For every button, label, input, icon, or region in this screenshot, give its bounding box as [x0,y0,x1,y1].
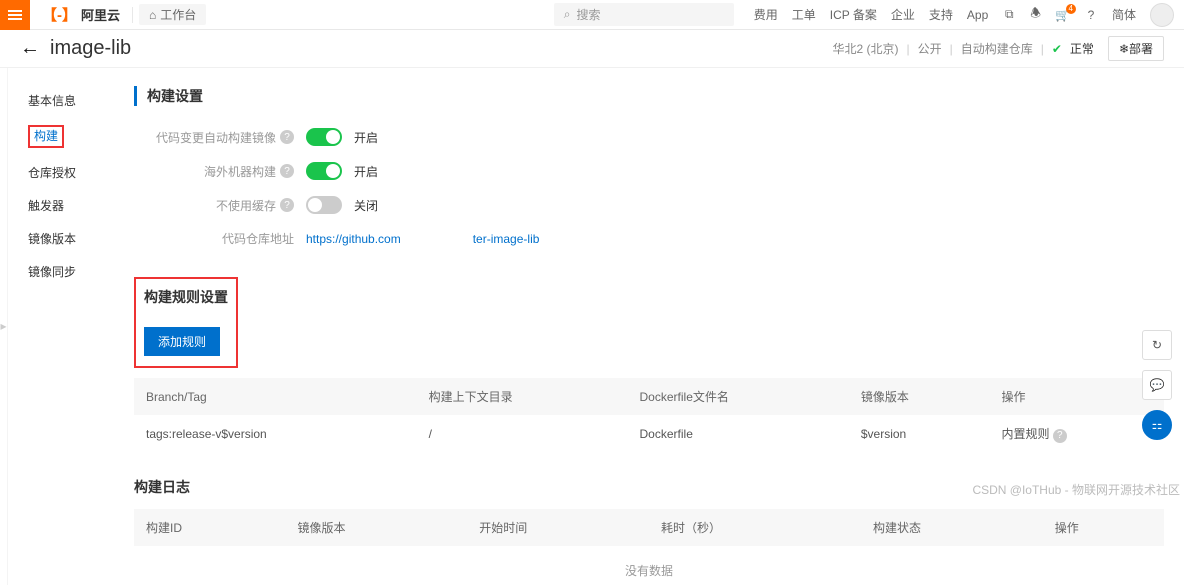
logs-table: 构建ID 镜像版本 开始时间 耗时（秒） 构建状态 操作 [134,509,1164,546]
search-input[interactable]: ⌕ 搜索 [554,3,734,26]
cell-branch: tags:release-v$version [134,415,417,453]
language-switch[interactable]: 简体 [1112,6,1136,23]
deploy-button[interactable]: ❄部署 [1108,36,1164,61]
top-bar: 【-】 阿里云 ⌂ 工作台 ⌕ 搜索 费用 工单 ICP 备案 企业 支持 Ap… [0,0,1184,30]
add-rule-button[interactable]: 添加规则 [144,327,220,356]
toggle-nocache[interactable] [306,196,342,214]
avatar[interactable] [1150,3,1174,27]
brand[interactable]: 【-】 阿里云 [30,4,132,25]
apps-button[interactable]: ⚏ [1142,410,1172,440]
col-imgver: 镜像版本 [285,509,467,546]
col-action: 操作 [989,378,1164,415]
help-icon[interactable]: ? [1084,8,1098,22]
table-row: tags:release-v$version / Dockerfile $ver… [134,415,1164,453]
sidenav-item-sync[interactable]: 镜像同步 [28,255,118,288]
top-links: 费用 工单 ICP 备案 企业 支持 App ⧉ 🕭 🛒4 ? 简体 [754,3,1184,27]
col-status: 构建状态 [861,509,1043,546]
help-icon[interactable]: ? [280,164,294,178]
repo-type-label: 自动构建仓库 [961,40,1033,57]
cell-version: $version [849,415,990,453]
drawer-handle[interactable]: ▸ [0,68,8,585]
cell-action: 内置规则 ? [989,415,1164,453]
menu-button[interactable] [0,0,30,30]
notifications-icon[interactable]: 🕭 [1030,4,1041,25]
watermark: CSDN @IoTHub - 物联网开源技术社区 [972,481,1180,498]
search-placeholder: 搜索 [576,6,600,23]
col-buildid: 构建ID [134,509,285,546]
status-label: 正常 [1070,40,1094,57]
help-icon[interactable]: ? [280,130,294,144]
page-header: ← image-lib 华北2 (北京) | 公开 | 自动构建仓库 | ✔ 正… [0,30,1184,68]
repo-suffix[interactable]: ter-image-lib [473,232,540,246]
chat-button[interactable]: 💬 [1142,370,1172,400]
col-version: 镜像版本 [849,378,990,415]
sidenav-item-basic[interactable]: 基本信息 [28,84,118,117]
side-nav: 基本信息 构建 仓库授权 触发器 镜像版本 镜像同步 [8,68,118,585]
link-fees[interactable]: 费用 [754,6,778,23]
sidenav-item-build[interactable]: 构建 [28,117,118,156]
setting-row-repo: 代码仓库地址 https://github.com ter-image-lib [134,222,1164,255]
toggle-overseas[interactable] [306,162,342,180]
cart-icon[interactable]: 🛒4 [1055,8,1070,22]
refresh-button[interactable]: ↻ [1142,330,1172,360]
build-settings-title: 构建设置 [147,86,1164,106]
sidenav-item-version[interactable]: 镜像版本 [28,222,118,255]
workbench-label: 工作台 [160,6,196,23]
link-icp[interactable]: ICP 备案 [830,6,877,23]
home-icon: ⌂ [149,8,156,22]
state-autobuild: 开启 [354,129,378,146]
setting-row-nocache: 不使用缓存? 关闭 [134,188,1164,222]
back-arrow-icon[interactable]: ← [20,37,50,60]
visibility-label: 公开 [918,40,942,57]
sidenav-item-trigger[interactable]: 触发器 [28,189,118,222]
status-check-icon: ✔ [1052,42,1062,56]
brand-logo-icon: 【-】 [42,4,77,25]
col-context: 构建上下文目录 [417,378,628,415]
nodata-label: 没有数据 [134,546,1164,585]
col-logaction: 操作 [1043,509,1164,546]
repo-link[interactable]: https://github.com [306,232,401,246]
rules-table: Branch/Tag 构建上下文目录 Dockerfile文件名 镜像版本 操作… [134,378,1164,453]
divider [132,7,133,23]
setting-row-autobuild: 代码变更自动构建镜像? 开启 [134,120,1164,154]
label-repo: 代码仓库地址 [222,230,294,247]
breadcrumb: 华北2 (北京) | 公开 | 自动构建仓库 | ✔ 正常 [832,40,1094,57]
state-overseas: 开启 [354,163,378,180]
col-branch: Branch/Tag [134,378,417,415]
workbench-link[interactable]: ⌂ 工作台 [139,4,206,25]
terminal-icon[interactable]: ⧉ [1002,8,1016,22]
cell-dockerfile: Dockerfile [628,415,849,453]
help-icon[interactable]: ? [280,198,294,212]
region-label: 华北2 (北京) [832,40,898,57]
setting-row-overseas: 海外机器构建? 开启 [134,154,1164,188]
search-icon: ⌕ [564,7,571,22]
brand-text: 阿里云 [81,5,120,24]
toggle-autobuild[interactable] [306,128,342,146]
sidenav-item-auth[interactable]: 仓库授权 [28,156,118,189]
col-dockerfile: Dockerfile文件名 [628,378,849,415]
help-icon[interactable]: ? [1053,429,1067,443]
main-content: 构建设置 代码变更自动构建镜像? 开启 海外机器构建? 开启 不使用缓存? 关闭… [118,68,1184,585]
link-app[interactable]: App [967,8,988,22]
state-nocache: 关闭 [354,197,378,214]
floating-buttons: ↻ 💬 ⚏ [1142,330,1172,440]
rules-title: 构建规则设置 [144,287,228,307]
col-duration: 耗时（秒） [649,509,861,546]
label-autobuild: 代码变更自动构建镜像 [156,129,276,146]
link-tickets[interactable]: 工单 [792,6,816,23]
cell-context: / [417,415,628,453]
label-overseas: 海外机器构建 [204,163,276,180]
label-nocache: 不使用缓存 [216,197,276,214]
link-enterprise[interactable]: 企业 [891,6,915,23]
col-start: 开始时间 [467,509,649,546]
page-title: image-lib [50,37,131,60]
link-support[interactable]: 支持 [929,6,953,23]
cart-badge: 4 [1066,4,1076,14]
